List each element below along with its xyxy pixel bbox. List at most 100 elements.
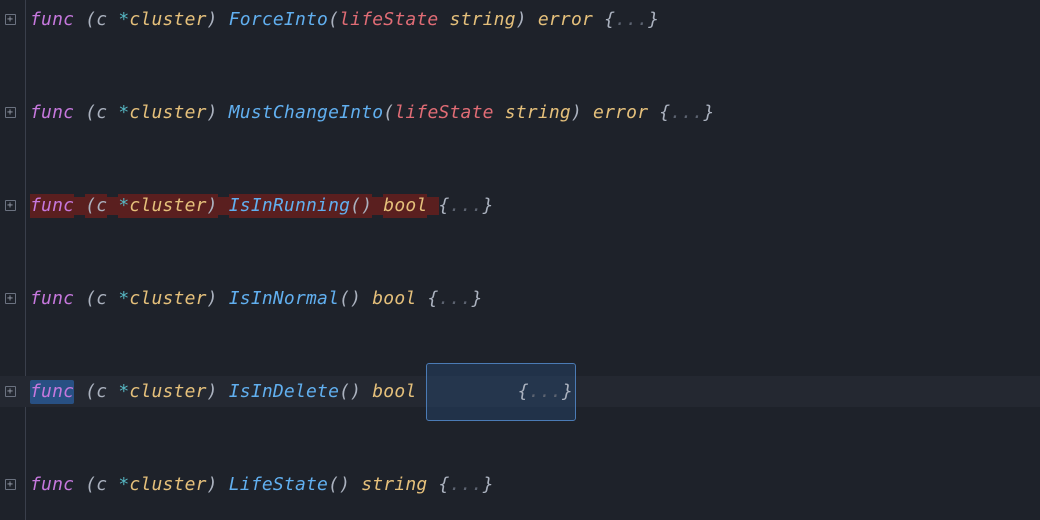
- fold-expand-icon[interactable]: +: [5, 386, 16, 397]
- pointer-star: *: [118, 194, 129, 218]
- return-type: bool: [372, 380, 416, 404]
- paren-close: ): [339, 473, 350, 497]
- brace-close: }: [483, 194, 494, 218]
- code-text[interactable]: func ( c * cluster ) MustChangeInto ( li…: [20, 101, 715, 125]
- return-type: error: [593, 101, 648, 125]
- paren-open: (: [339, 287, 350, 311]
- paren-open: (: [85, 101, 96, 125]
- folded-placeholder[interactable]: ...: [450, 194, 483, 218]
- keyword-func: func: [30, 101, 74, 125]
- code-line-blank[interactable]: [0, 221, 1040, 252]
- receiver-type: cluster: [129, 287, 206, 311]
- brace-open: {: [439, 194, 450, 218]
- paren-close: ): [516, 8, 527, 32]
- receiver-type: cluster: [129, 380, 206, 404]
- code-line-blank[interactable]: [0, 252, 1040, 283]
- brace-open: {: [604, 8, 615, 32]
- code-line-blank[interactable]: [0, 314, 1040, 345]
- fold-expand-icon[interactable]: +: [5, 107, 16, 118]
- brace-close: }: [472, 287, 483, 311]
- paren-close: ): [571, 101, 582, 125]
- receiver-name: c: [96, 380, 107, 404]
- folded-placeholder[interactable]: ...: [615, 8, 648, 32]
- code-line[interactable]: + func ( c * cluster ) ForceInto ( lifeS…: [0, 4, 1040, 35]
- code-line-blank[interactable]: [0, 159, 1040, 190]
- code-text[interactable]: func ( c * cluster ) ForceInto ( lifeSta…: [20, 8, 659, 32]
- receiver-type: cluster: [129, 8, 206, 32]
- brace-open: {: [659, 101, 670, 125]
- fold-expand-icon[interactable]: +: [5, 293, 16, 304]
- code-line-blank[interactable]: [0, 407, 1040, 438]
- receiver-name: c: [96, 287, 107, 311]
- code-text[interactable]: func ( c * cluster ) IsInRunning ( ) boo…: [20, 194, 494, 218]
- fold-expand-icon[interactable]: +: [5, 14, 16, 25]
- paren-close: ): [350, 380, 361, 404]
- receiver-type: cluster: [129, 194, 206, 218]
- param-type: string: [450, 8, 516, 32]
- paren-open: (: [85, 8, 96, 32]
- param-name: lifeState: [339, 8, 438, 32]
- param-type: string: [505, 101, 571, 125]
- func-name: IsInRunning: [229, 194, 350, 218]
- keyword-func: func: [30, 380, 74, 404]
- return-type: bool: [372, 287, 416, 311]
- code-line[interactable]: + func ( c * cluster ) LifeState ( ) str…: [0, 469, 1040, 500]
- paren-open: (: [85, 287, 96, 311]
- return-type: string: [361, 473, 427, 497]
- gutter[interactable]: +: [0, 293, 20, 304]
- code-text[interactable]: func ( c * cluster ) IsInNormal ( ) bool…: [20, 287, 483, 311]
- code-line-active[interactable]: + func ( c * cluster ) IsInDelete ( ) bo…: [0, 376, 1040, 407]
- paren-open: (: [85, 473, 96, 497]
- fold-expand-icon[interactable]: +: [5, 479, 16, 490]
- gutter[interactable]: +: [0, 479, 20, 490]
- brace-close: }: [483, 473, 494, 497]
- return-type: error: [538, 8, 593, 32]
- folded-placeholder[interactable]: ...: [439, 287, 472, 311]
- keyword-func: func: [30, 8, 74, 32]
- gutter[interactable]: +: [0, 386, 20, 397]
- brace-open: {: [427, 287, 438, 311]
- code-text[interactable]: func ( c * cluster ) LifeState ( ) strin…: [20, 473, 494, 497]
- code-line-blank[interactable]: [0, 35, 1040, 66]
- code-line-blank[interactable]: [0, 128, 1040, 159]
- paren-open: (: [383, 101, 394, 125]
- gutter[interactable]: +: [0, 200, 20, 211]
- param-name: lifeState: [394, 101, 493, 125]
- folded-placeholder[interactable]: ...: [670, 101, 703, 125]
- paren-open: (: [350, 194, 361, 218]
- paren-close: ): [361, 194, 372, 218]
- gutter[interactable]: +: [0, 107, 20, 118]
- pointer-star: *: [118, 473, 129, 497]
- receiver-name: c: [96, 194, 107, 218]
- brace-close: }: [703, 101, 714, 125]
- code-line-blank[interactable]: [0, 438, 1040, 469]
- func-name: MustChangeInto: [229, 101, 384, 125]
- return-type: bool: [383, 194, 427, 218]
- receiver-name: c: [96, 101, 107, 125]
- code-line[interactable]: + func ( c * cluster ) IsInNormal ( ) bo…: [0, 283, 1040, 314]
- paren-open: (: [339, 380, 350, 404]
- pointer-star: *: [118, 101, 129, 125]
- receiver-type: cluster: [129, 101, 206, 125]
- keyword-func: func: [30, 287, 74, 311]
- pointer-star: *: [118, 287, 129, 311]
- code-line[interactable]: + func ( c * cluster ) MustChangeInto ( …: [0, 97, 1040, 128]
- folded-placeholder[interactable]: ...: [450, 473, 483, 497]
- brace-open: {: [439, 473, 450, 497]
- keyword-func: func: [30, 473, 74, 497]
- fold-expand-icon[interactable]: +: [5, 200, 16, 211]
- paren-open: (: [85, 380, 96, 404]
- paren-close: ): [207, 194, 218, 218]
- receiver-name: c: [96, 473, 107, 497]
- keyword-func: func: [30, 194, 74, 218]
- code-line-blank[interactable]: [0, 66, 1040, 97]
- gutter[interactable]: +: [0, 14, 20, 25]
- paren-open: (: [328, 473, 339, 497]
- receiver-name: c: [96, 8, 107, 32]
- code-line[interactable]: + func ( c * cluster ) IsInRunning ( ) b…: [0, 190, 1040, 221]
- code-editor[interactable]: + func ( c * cluster ) ForceInto ( lifeS…: [0, 0, 1040, 520]
- func-name: IsInNormal: [229, 287, 339, 311]
- brace-open: {: [518, 378, 529, 405]
- paren-close: ): [207, 101, 218, 125]
- paren-open: (: [328, 8, 339, 32]
